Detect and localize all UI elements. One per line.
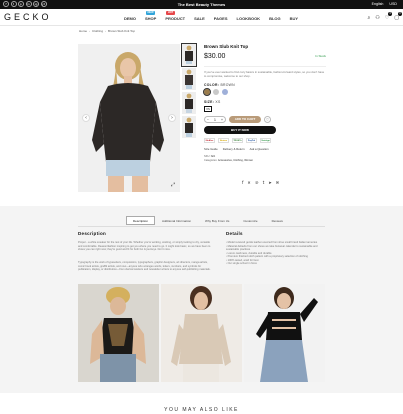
product-info: Brown Slub Knit Top $30.00 In Stock If y… (202, 44, 326, 185)
stock-status: In Stock (315, 54, 326, 58)
tab-why-buy[interactable]: Why Buy From Us (198, 216, 236, 225)
also-like-heading: YOU MAY ALSO LIKE (164, 407, 239, 413)
norton-badge: Norton (218, 138, 229, 144)
description-heading: Description (78, 231, 107, 236)
share-links: f ✕ ℗ t ➤ ✉ (242, 180, 279, 185)
list-item: Model received gentle leather-sourced fr… (226, 241, 324, 245)
cart-count: 0 (398, 12, 402, 16)
breadcrumb: Home › Clothing › Brown Slub Knit Top (79, 29, 135, 33)
thumbnail[interactable] (182, 116, 196, 138)
language-select[interactable]: English (372, 2, 384, 6)
prev-image-button[interactable]: ‹ (82, 114, 90, 122)
sku-value: N/A (210, 155, 216, 159)
site-header: GECKO DEMO NEW SHOP HOT PRODUCT SALE PAGES… (0, 9, 403, 26)
truste-badge: TRUSTe (232, 138, 243, 144)
lifestyle-photos (78, 284, 325, 382)
tab-customize[interactable]: Customize (236, 216, 264, 225)
size-options: XS (204, 106, 326, 113)
nav-demo[interactable]: DEMO (124, 16, 136, 21)
zoom-icon[interactable]: ⤢ (171, 182, 175, 188)
top-bar: f t p in ig yt The Best Beauty Themes En… (0, 0, 403, 9)
pinterest-share-icon[interactable]: ℗ (255, 180, 259, 185)
increase-qty-button[interactable]: + (221, 118, 223, 122)
size-value: XS (215, 100, 221, 105)
size-option-xs[interactable]: XS (204, 106, 212, 113)
wishlist-icon[interactable]: ♡ 0 (385, 12, 393, 21)
quantity-stepper[interactable]: − 1 + (204, 116, 226, 124)
tab-reviews[interactable]: Reviews (265, 216, 290, 225)
lifestyle-photo (244, 284, 325, 382)
wishlist-count: 0 (388, 12, 393, 16)
promo-text: The Best Beauty Themes (177, 1, 226, 7)
thumbnail-list (181, 43, 197, 140)
model-photo (78, 44, 180, 192)
nav-product[interactable]: HOT PRODUCT (165, 11, 185, 21)
tab-description[interactable]: Description (126, 216, 156, 226)
logo[interactable]: GECKO (4, 12, 52, 22)
paypal-badge: PayPal (246, 138, 257, 144)
lifestyle-photo (161, 284, 242, 382)
decrease-qty-button[interactable]: − (207, 118, 209, 122)
tumblr-share-icon[interactable]: t (263, 180, 265, 185)
twitter-share-icon[interactable]: ✕ (247, 180, 250, 185)
trust-badges: McAfee Norton TRUSTe PayPal Verisign (204, 138, 326, 144)
nav-lookbook[interactable]: LOOKBOOK (237, 16, 261, 21)
lifestyle-photo (78, 284, 159, 382)
facebook-share-icon[interactable]: f (242, 180, 243, 185)
verisign-badge: Verisign (260, 138, 271, 144)
next-image-button[interactable]: › (168, 114, 176, 122)
list-item: Material defaults from our shoes we take… (226, 245, 324, 252)
quantity-value[interactable]: 1 (214, 118, 216, 122)
thumbnail[interactable] (182, 92, 196, 114)
tab-additional-information[interactable]: Additional Information (155, 216, 198, 225)
color-swatch-brown[interactable] (202, 87, 212, 97)
account-icon[interactable]: ⚇ (375, 15, 379, 21)
ask-question-link[interactable]: Ask a Question (250, 147, 269, 151)
description-paragraph: Proper - a white sneaker for the rest of… (78, 241, 211, 251)
delivery-return-link[interactable]: Delivery & Return (223, 147, 245, 151)
email-share-icon[interactable]: ✉ (276, 180, 279, 185)
main-nav: DEMO NEW SHOP HOT PRODUCT SALE PAGES LOOKB… (124, 11, 298, 21)
nav-blog[interactable]: BLOG (269, 16, 281, 21)
nav-shop[interactable]: NEW SHOP (145, 11, 156, 21)
description-paragraph: Typography is the work of typesetters, c… (78, 261, 211, 271)
mcafee-badge: McAfee (204, 138, 215, 144)
details-list: Model received gentle leather-sourced fr… (226, 241, 324, 266)
currency-select[interactable]: USD (389, 2, 397, 6)
nav-pages[interactable]: PAGES (214, 16, 228, 21)
new-badge: NEW (146, 11, 156, 15)
categories-value[interactable]: Accessories, Clothing, Women (218, 159, 253, 162)
thumbnail[interactable] (181, 43, 197, 67)
details-heading: Details (226, 231, 243, 236)
telegram-share-icon[interactable]: ➤ (268, 180, 271, 185)
product-main-image[interactable]: ‹ › ⤢ (78, 44, 180, 192)
product-meta: SKU: N/A Categories: Accessories, Clothi… (204, 155, 254, 162)
color-swatch-grey[interactable] (213, 89, 219, 96)
breadcrumb-clothing[interactable]: Clothing (92, 29, 103, 33)
cart-icon[interactable]: ▢ 0 (394, 12, 402, 21)
breadcrumb-current: Brown Slub Knit Top (108, 29, 135, 33)
wishlist-heart-icon[interactable]: ♡ (264, 116, 271, 124)
hot-badge: HOT (166, 11, 175, 15)
product-short-description: If you’ve ever wanted to find cozy basic… (204, 66, 326, 78)
buy-now-button[interactable]: BUY IT NOW (204, 126, 276, 135)
color-value: BROWN (220, 83, 235, 88)
list-item: Our single school in force (226, 262, 324, 266)
thumbnail[interactable] (182, 68, 196, 90)
color-swatch-blue[interactable] (222, 89, 228, 96)
product-title: Brown Slub Knit Top (204, 44, 249, 49)
product-tabs-section: Description Additional Information Why B… (0, 206, 403, 393)
size-guide-link[interactable]: Size Guide (204, 147, 218, 151)
size-label: SIZE: XS (204, 100, 221, 105)
product-tabs: Description Additional Information Why B… (126, 216, 290, 226)
color-swatches (202, 87, 326, 97)
breadcrumb-home[interactable]: Home (79, 29, 87, 33)
tabs-divider (78, 226, 325, 227)
nav-buy[interactable]: BUY (290, 16, 298, 21)
add-to-cart-button[interactable]: ADD TO CART (229, 116, 261, 124)
search-icon[interactable]: ⌕ (367, 15, 370, 21)
color-label: COLOR: BROWN (204, 83, 235, 88)
nav-sale[interactable]: SALE (194, 16, 205, 21)
product-price: $30.00 (204, 53, 226, 60)
